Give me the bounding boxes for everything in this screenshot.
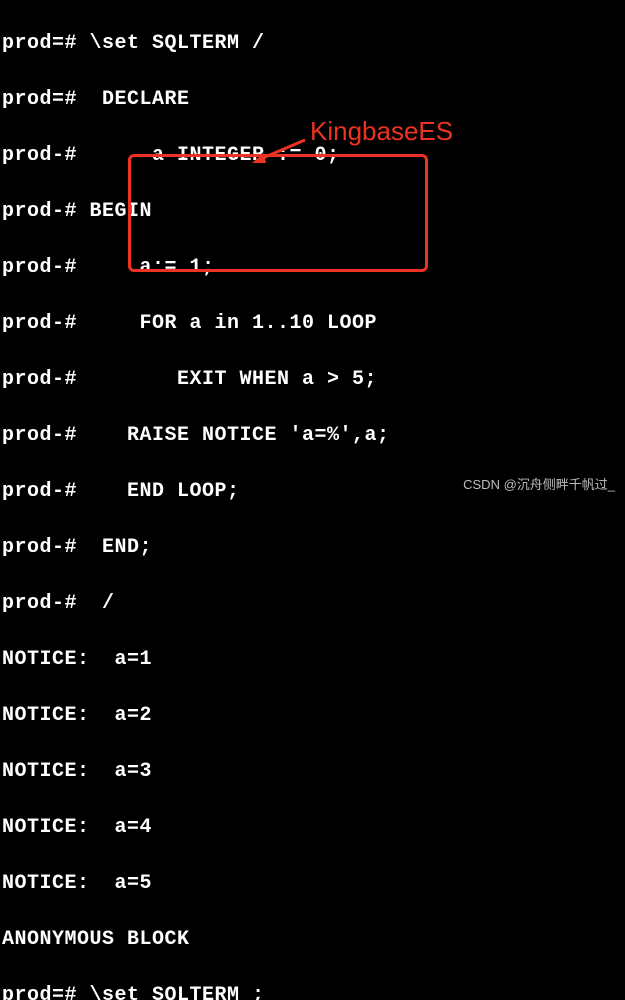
terminal-line: prod-# RAISE NOTICE 'a=%',a;	[2, 422, 625, 450]
terminal-line: prod-# EXIT WHEN a > 5;	[2, 366, 625, 394]
terminal-line: prod-# a:= 1;	[2, 254, 625, 282]
terminal-line: prod-# END;	[2, 534, 625, 562]
terminal-line: ANONYMOUS BLOCK	[2, 926, 625, 954]
terminal-line: NOTICE: a=3	[2, 758, 625, 786]
terminal-line: prod=# \set SQLTERM ;	[2, 982, 625, 1000]
terminal-line: prod-# /	[2, 590, 625, 618]
terminal-line: NOTICE: a=4	[2, 814, 625, 842]
watermark-text: CSDN @沉舟侧畔千帆过_	[463, 476, 615, 494]
terminal-line: prod-# FOR a in 1..10 LOOP	[2, 310, 625, 338]
terminal-line: NOTICE: a=1	[2, 646, 625, 674]
terminal-line: NOTICE: a=5	[2, 870, 625, 898]
annotation-label: KingbaseES	[310, 113, 453, 149]
terminal-line: NOTICE: a=2	[2, 702, 625, 730]
terminal-line: prod=# \set SQLTERM /	[2, 30, 625, 58]
terminal-line: prod-# BEGIN	[2, 198, 625, 226]
terminal-line: prod=# DECLARE	[2, 86, 625, 114]
terminal-output: prod=# \set SQLTERM / prod=# DECLARE pro…	[0, 0, 625, 1000]
